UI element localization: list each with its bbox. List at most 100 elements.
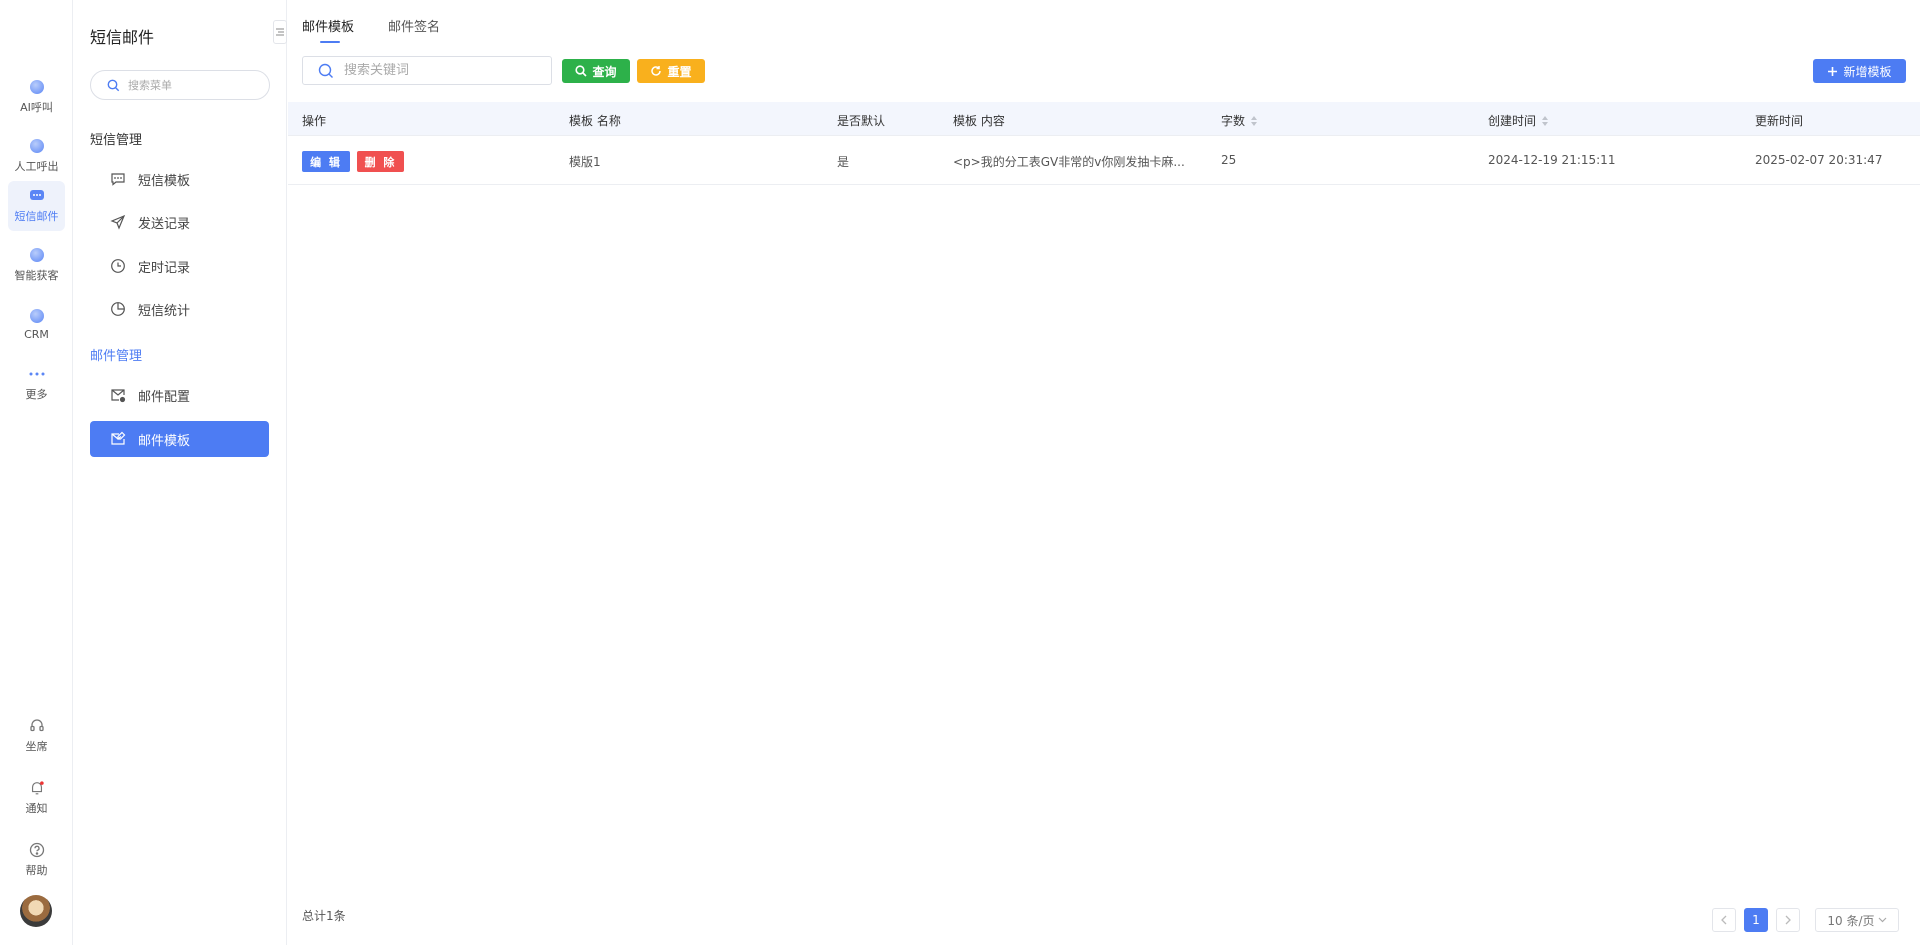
- column-header-content: 模板 内容: [953, 112, 1005, 129]
- keyword-search-field[interactable]: [302, 56, 552, 85]
- reset-button[interactable]: 重置: [637, 59, 705, 83]
- header-label: 操作: [302, 114, 327, 128]
- menu-search-input[interactable]: [128, 78, 248, 92]
- rail-item-ai-call[interactable]: AI呼叫: [8, 72, 65, 122]
- rail-label: 帮助: [25, 864, 48, 877]
- menu-item-sms-stats[interactable]: 短信统计: [90, 291, 269, 327]
- rail-item-seat[interactable]: 坐席: [8, 711, 65, 761]
- menu-item-sms-template[interactable]: 短信模板: [90, 161, 269, 197]
- table-row: 编 辑 删 除 模版1 是 <p>我的分工表GV非常的v你刚发抽卡麻... 25…: [288, 137, 1920, 185]
- mail-settings-icon: [109, 386, 127, 404]
- sort-icon[interactable]: [1251, 115, 1258, 126]
- rail-item-crm[interactable]: CRM: [8, 299, 65, 349]
- column-header-word-count[interactable]: 字数: [1221, 112, 1258, 129]
- crm-icon: [29, 308, 45, 324]
- clock-icon: [109, 257, 127, 275]
- add-label: 新增模板: [1843, 64, 1892, 79]
- rail-label: 更多: [25, 388, 48, 401]
- column-header-updated: 更新时间: [1755, 112, 1803, 129]
- smart-leads-icon: [29, 247, 45, 263]
- menu-label: 发送记录: [138, 216, 191, 232]
- mail-edit-icon: [109, 430, 127, 448]
- page-size-select[interactable]: 10 条/页: [1815, 908, 1899, 932]
- column-header-name: 模板 名称: [569, 112, 621, 129]
- column-header-default: 是否默认: [837, 112, 885, 129]
- sidebar: 短信邮件 短信管理 短信模板 发送记录 定时记录 短信统计 邮件管理: [74, 0, 287, 945]
- main-content: 邮件模板 邮件签名 查询 重置 新增模板 操作 模板 名称 是否默认 模板 内容…: [288, 0, 1920, 945]
- refresh-icon: [651, 66, 662, 76]
- pie-chart-icon: [109, 300, 127, 318]
- rail-item-smart-leads[interactable]: 智能获客: [8, 240, 65, 290]
- edit-button[interactable]: 编 辑: [302, 151, 350, 172]
- group-sms-management[interactable]: 短信管理: [90, 129, 142, 148]
- rail-item-sms-mail[interactable]: 短信邮件: [8, 181, 65, 231]
- headset-icon: [29, 718, 45, 734]
- search-icon: [575, 65, 588, 77]
- next-page-button[interactable]: [1776, 908, 1800, 932]
- header-label: 更新时间: [1755, 114, 1804, 128]
- rail-item-help[interactable]: 帮助: [8, 835, 65, 885]
- menu-label: 邮件模板: [138, 433, 191, 449]
- cell-default: 是: [837, 155, 850, 169]
- app-rail: AI呼叫 人工呼出 短信邮件 智能获客 CRM 更多 坐席 通知 帮助: [0, 0, 73, 945]
- page-size-label: 10 条/页: [1827, 913, 1875, 928]
- send-icon: [109, 213, 127, 231]
- user-avatar[interactable]: [20, 895, 52, 927]
- search-icon: [107, 79, 120, 91]
- prev-page-button[interactable]: [1712, 908, 1736, 932]
- menu-collapse-icon: [276, 28, 284, 36]
- rail-label: 坐席: [25, 740, 48, 753]
- chevron-down-icon: [1878, 917, 1886, 923]
- tab-mail-template[interactable]: 邮件模板: [302, 16, 354, 43]
- column-header-created[interactable]: 创建时间: [1488, 112, 1549, 129]
- menu-label: 短信模板: [138, 173, 191, 189]
- add-template-button[interactable]: 新增模板: [1813, 59, 1906, 83]
- header-label: 模板 名称: [569, 114, 621, 128]
- more-icon: [29, 366, 45, 382]
- menu-item-mail-config[interactable]: 邮件配置: [90, 377, 269, 413]
- delete-button[interactable]: 删 除: [357, 151, 404, 172]
- sms-mail-icon: [29, 188, 45, 204]
- cell-created: 2024-12-19 21:15:11: [1488, 153, 1616, 167]
- rail-item-more[interactable]: 更多: [8, 359, 65, 409]
- group-mail-management[interactable]: 邮件管理: [90, 345, 142, 364]
- search-icon: [318, 63, 333, 78]
- menu-item-send-records[interactable]: 发送记录: [90, 204, 269, 240]
- cell-word-count: 25: [1221, 153, 1237, 167]
- header-label: 模板 内容: [953, 114, 1005, 128]
- help-icon: [29, 842, 45, 858]
- header-label: 字数: [1221, 114, 1246, 128]
- rail-label: 通知: [25, 802, 48, 815]
- tab-mail-signature[interactable]: 邮件签名: [388, 16, 440, 43]
- rail-label: 人工呼出: [14, 160, 59, 173]
- ai-call-icon: [29, 79, 45, 95]
- menu-search-field[interactable]: [90, 70, 270, 100]
- menu-item-mail-template[interactable]: 邮件模板: [90, 421, 269, 457]
- chevron-right-icon: [1785, 915, 1791, 925]
- rail-label: 短信邮件: [14, 210, 59, 223]
- sidebar-title: 短信邮件: [90, 28, 155, 47]
- tab-bar: 邮件模板 邮件签名: [302, 16, 474, 43]
- query-button[interactable]: 查询: [562, 59, 630, 83]
- menu-label: 短信统计: [138, 303, 191, 319]
- message-square-icon: [109, 170, 127, 188]
- manual-call-icon: [29, 138, 45, 154]
- rail-label: AI呼叫: [20, 101, 53, 114]
- reset-label: 重置: [667, 64, 692, 79]
- header-label: 创建时间: [1488, 114, 1537, 128]
- cell-name: 模版1: [569, 155, 601, 169]
- chevron-left-icon: [1721, 915, 1727, 925]
- rail-item-manual-call[interactable]: 人工呼出: [8, 131, 65, 181]
- rail-item-notifications[interactable]: 通知: [8, 773, 65, 823]
- plus-icon: [1828, 66, 1838, 76]
- rail-label: 智能获客: [14, 269, 59, 282]
- menu-item-scheduled-records[interactable]: 定时记录: [90, 248, 269, 284]
- sort-icon[interactable]: [1542, 115, 1549, 126]
- collapse-sidebar-button[interactable]: [273, 20, 287, 44]
- menu-label: 邮件配置: [138, 389, 191, 405]
- cell-content: <p>我的分工表GV非常的v你刚发抽卡麻...: [953, 155, 1185, 169]
- query-label: 查询: [592, 64, 617, 79]
- keyword-search-input[interactable]: [344, 63, 544, 78]
- total-count: 总计1条: [302, 909, 346, 923]
- page-button[interactable]: 1: [1744, 908, 1768, 932]
